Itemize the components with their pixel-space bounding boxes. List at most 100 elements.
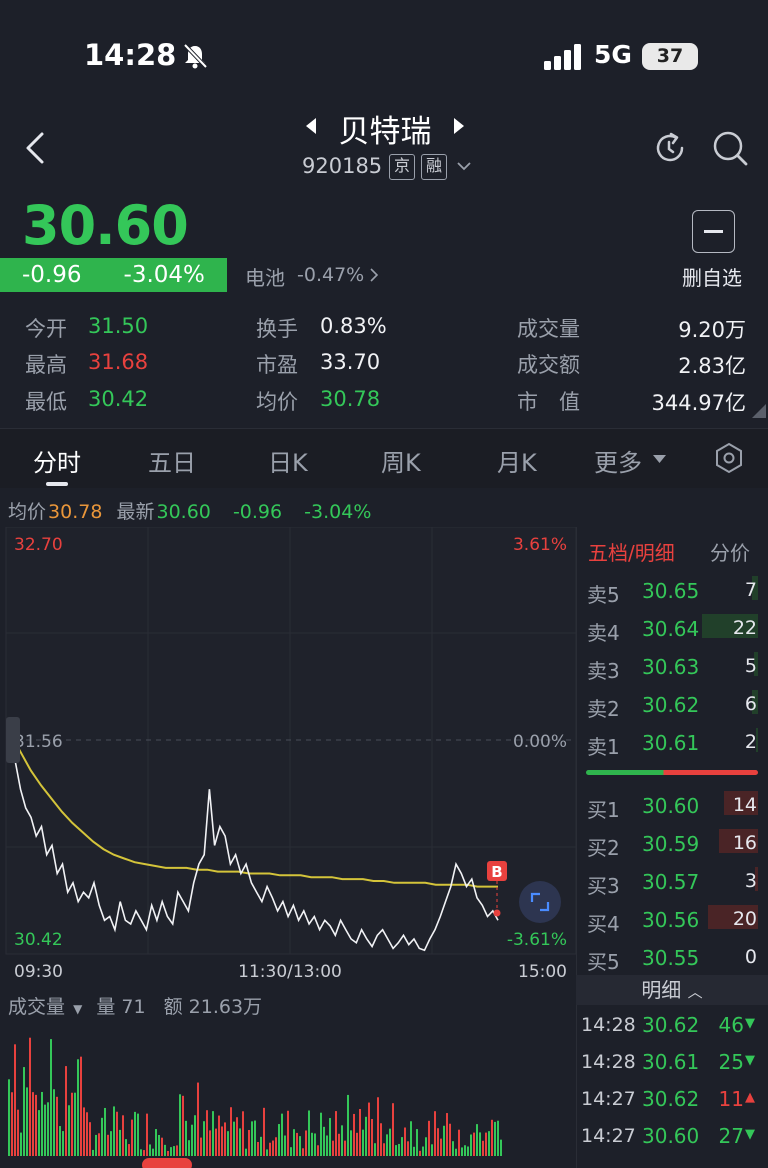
buy-level-label: 买3 <box>587 874 620 898</box>
refresh-icon[interactable] <box>652 130 688 166</box>
volume-bar <box>119 1129 121 1156</box>
stat-value-low: 30.42 <box>88 387 149 411</box>
tab-more[interactable]: 更多 <box>594 443 642 478</box>
volume-bar <box>266 1149 268 1156</box>
expand-corner-icon[interactable] <box>752 404 766 418</box>
volume-bar <box>362 1129 364 1156</box>
volume-bar <box>71 1092 73 1156</box>
volume-bar <box>278 1124 280 1156</box>
volume-bar <box>293 1129 295 1156</box>
volume-header: 成交量 ▼ 量 71 额 21.63万 <box>8 992 262 1019</box>
stat-label-volume: 成交量 <box>517 317 580 341</box>
crosshair-handle[interactable] <box>6 717 20 763</box>
stock-name: 贝特瑞 <box>338 114 432 150</box>
volume-bar <box>416 1129 418 1156</box>
volume-bar <box>497 1120 499 1156</box>
price-distribution-tab[interactable]: 分价 <box>710 537 750 566</box>
volume-bars <box>8 1037 502 1156</box>
sector-pct[interactable]: -0.47% <box>297 264 364 286</box>
caret-down-icon[interactable] <box>653 454 666 464</box>
volume-bar <box>140 1149 142 1156</box>
sector-name[interactable]: 电池 <box>245 262 285 291</box>
volume-bar <box>338 1133 340 1156</box>
volume-bar <box>122 1115 124 1156</box>
stock-code: 920185 <box>302 154 383 178</box>
volume-bar <box>434 1111 436 1156</box>
tab-five-day[interactable]: 五日 <box>148 443 196 478</box>
volume-bar <box>257 1141 259 1156</box>
volume-bar <box>392 1103 394 1156</box>
buy-level-label: 买5 <box>587 950 620 974</box>
volume-bar <box>26 1087 28 1156</box>
volume-bar <box>455 1148 457 1156</box>
settings-icon[interactable] <box>714 442 744 474</box>
buy-level-price: 30.57 <box>642 870 700 894</box>
search-icon[interactable] <box>710 128 750 168</box>
volume-bar <box>341 1125 343 1156</box>
volume-bar <box>467 1146 469 1156</box>
caret-down-icon[interactable]: ▼ <box>73 1002 82 1016</box>
volume-bar <box>17 1109 19 1156</box>
fullscreen-button[interactable] <box>519 881 561 923</box>
volume-bar <box>203 1121 205 1156</box>
chevron-right-icon[interactable] <box>368 267 380 283</box>
remove-watchlist-button[interactable] <box>692 210 735 253</box>
tab-daily-k[interactable]: 日K <box>268 443 308 478</box>
exchange-tag: 京 <box>389 154 415 180</box>
volume-bar <box>98 1133 100 1156</box>
volume-bar <box>215 1128 217 1156</box>
active-tab-indicator <box>46 482 68 486</box>
volume-bar <box>14 1044 16 1156</box>
intraday-chart[interactable]: 32.70 31.56 30.42 3.61% 0.00% -3.61% 09:… <box>0 527 576 987</box>
volume-bar <box>296 1132 298 1156</box>
remove-watchlist-label[interactable]: 删自选 <box>682 262 742 291</box>
pct-label-bottom: -3.61% <box>507 930 567 950</box>
volume-bar <box>143 1150 145 1156</box>
volume-bar <box>95 1134 97 1156</box>
volume-bar <box>239 1128 241 1156</box>
volume-bar <box>398 1143 400 1156</box>
sell-level-price: 30.64 <box>642 617 700 641</box>
detail-toggle[interactable]: 明细 ︿ <box>576 975 768 1005</box>
volume-bar <box>407 1141 409 1156</box>
volume-bar <box>116 1111 118 1156</box>
trade-volume: 27 <box>718 1124 744 1148</box>
prev-stock-icon[interactable] <box>304 116 318 136</box>
order-book-tab[interactable]: 五档/明细 <box>588 537 675 566</box>
buy-level-price: 30.59 <box>642 832 700 856</box>
back-icon[interactable] <box>22 130 48 166</box>
volume-bar <box>374 1143 376 1156</box>
volume-bar <box>188 1140 190 1156</box>
volume-bar <box>149 1144 151 1156</box>
volume-bar <box>173 1146 175 1156</box>
volume-label[interactable]: 成交量 <box>8 996 65 1018</box>
volume-bar <box>245 1148 247 1156</box>
tab-intraday[interactable]: 分时 <box>33 443 81 478</box>
x-label-close: 15:00 <box>518 962 567 982</box>
volume-bar <box>479 1132 481 1156</box>
volume-bar <box>464 1145 466 1156</box>
network-type: 5G <box>594 40 632 69</box>
volume-bar <box>425 1137 427 1156</box>
volume-bar <box>8 1079 10 1156</box>
volume-bar <box>491 1119 493 1156</box>
volume-bar <box>134 1111 136 1156</box>
volume-bar <box>437 1128 439 1156</box>
battery-icon: 37 <box>642 43 698 70</box>
volume-bar <box>386 1134 388 1156</box>
buy-level-volume: 16 <box>732 832 757 854</box>
volume-bar <box>476 1124 478 1156</box>
volume-bar <box>281 1113 283 1156</box>
volume-bar <box>182 1095 184 1156</box>
volume-bar <box>395 1145 397 1156</box>
chevron-down-icon[interactable] <box>456 158 472 174</box>
tab-monthly-k[interactable]: 月K <box>497 443 537 478</box>
next-stock-icon[interactable] <box>452 116 466 136</box>
change-pct: -3.04% <box>123 262 205 288</box>
volume-bar <box>350 1130 352 1156</box>
volume-bar <box>56 1096 58 1156</box>
tab-weekly-k[interactable]: 周K <box>381 443 421 478</box>
volume-bar <box>233 1121 235 1156</box>
volume-bar <box>128 1144 130 1156</box>
volume-bar <box>329 1118 331 1156</box>
